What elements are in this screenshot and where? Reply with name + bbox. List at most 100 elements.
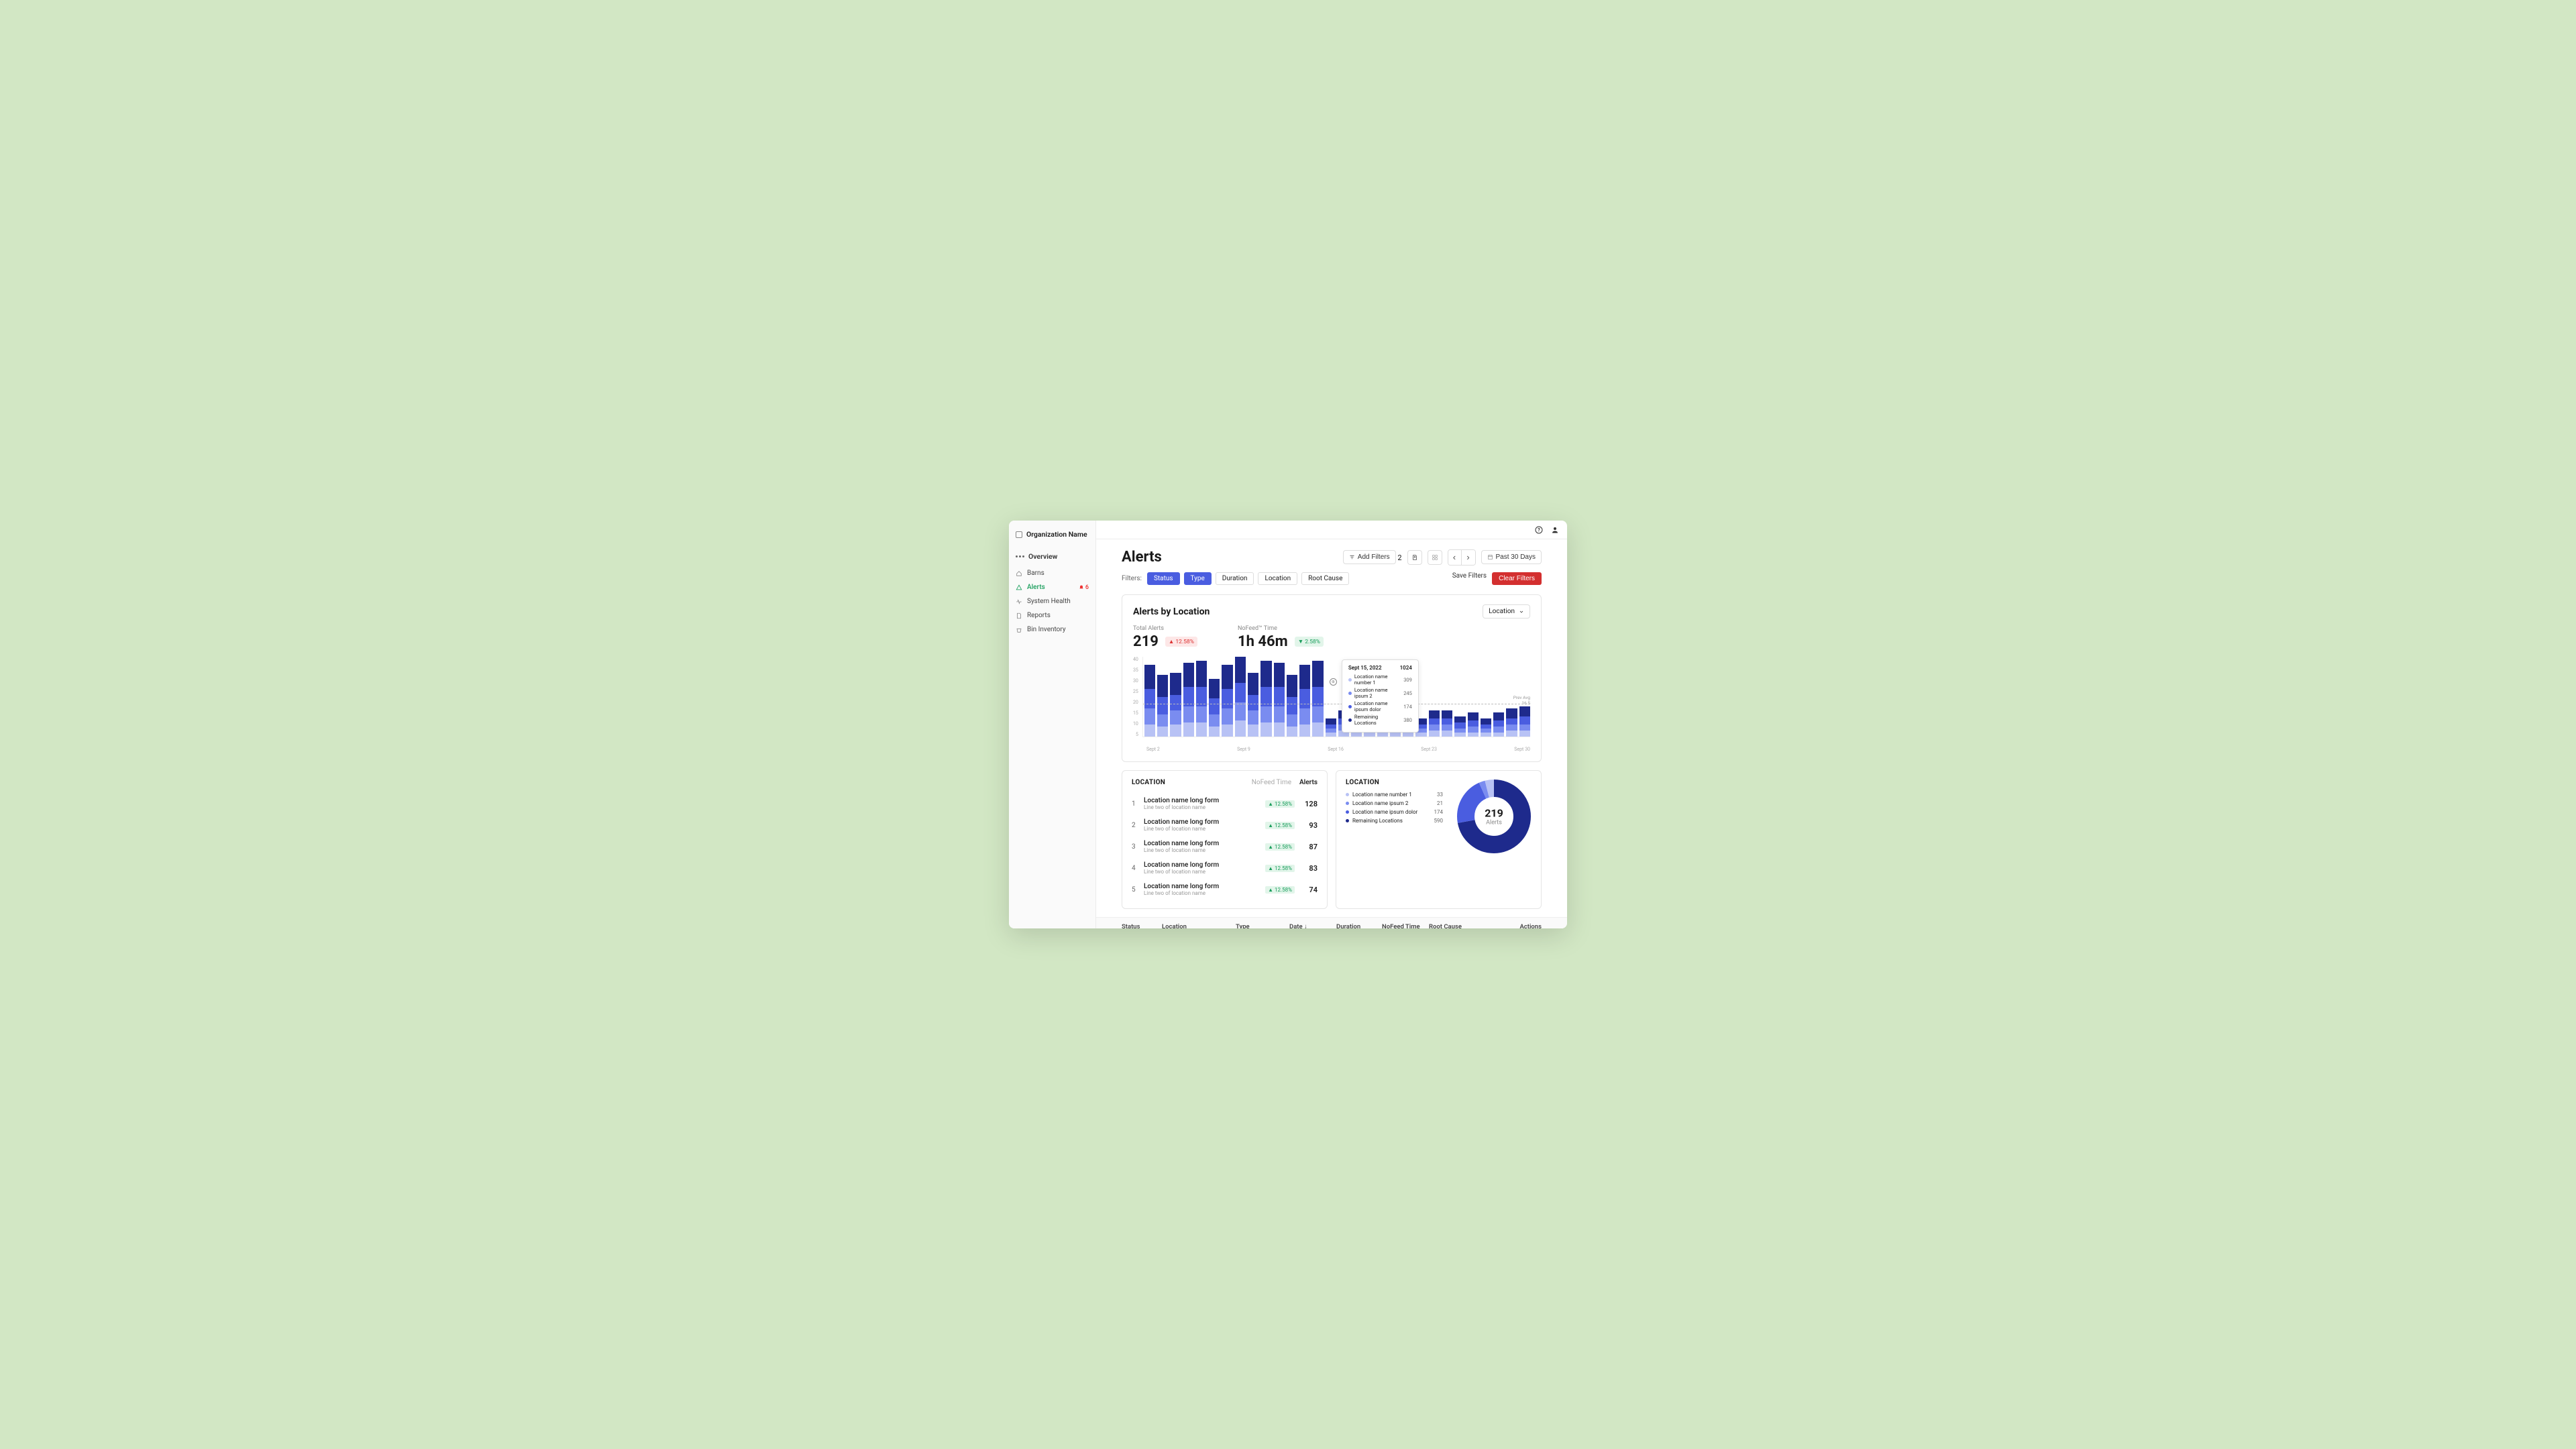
legend-row: Location name ipsum dolor174 xyxy=(1346,809,1443,815)
bar-column[interactable] xyxy=(1183,657,1194,737)
metric: NoFeed™ Time 1h 46m ▼ 2.58% xyxy=(1238,625,1324,650)
legend-row: Location name ipsum 221 xyxy=(1346,800,1443,806)
bar-column[interactable] xyxy=(1287,657,1297,737)
bar-column[interactable] xyxy=(1157,657,1168,737)
col-header-nofeed[interactable]: NoFeed Time xyxy=(1382,923,1429,928)
bar-column[interactable] xyxy=(1312,657,1323,737)
sidebar: Organization Name Overview Barns Alerts6… xyxy=(1009,521,1096,928)
org-name: Organization Name xyxy=(1026,530,1087,539)
chart-groupby-dropdown[interactable]: Location xyxy=(1483,604,1530,619)
bar-column[interactable] xyxy=(1274,657,1285,737)
location-row[interactable]: 4 Location name long formLine two of loc… xyxy=(1132,857,1318,879)
col-header-location[interactable]: Location xyxy=(1162,923,1236,928)
bar-column[interactable] xyxy=(1235,657,1246,737)
svg-text:?: ? xyxy=(1538,527,1540,533)
tab-alerts[interactable]: Alerts xyxy=(1299,779,1318,786)
user-icon[interactable] xyxy=(1551,526,1559,534)
bar-column[interactable] xyxy=(1454,657,1465,737)
donut-center-value: 219 xyxy=(1485,807,1503,820)
nav-item-reports[interactable]: Reports xyxy=(1009,608,1095,623)
donut-chart: 219 Alerts xyxy=(1456,779,1532,854)
col-header-status[interactable]: Status xyxy=(1122,923,1162,928)
legend-row: Remaining Locations590 xyxy=(1346,818,1443,824)
save-filters-button[interactable]: Save Filters xyxy=(1452,572,1487,585)
nav-item-bin-inventory[interactable]: Bin Inventory xyxy=(1009,623,1095,637)
donut-center-label: Alerts xyxy=(1485,820,1503,826)
tab-nofeed-time[interactable]: NoFeed Time xyxy=(1252,779,1291,786)
main: ? Alerts Add Filters 2 xyxy=(1096,521,1567,928)
bar-column[interactable] xyxy=(1442,657,1452,737)
chart-card: Alerts by Location Location Total Alerts… xyxy=(1122,594,1542,762)
delta-badge: ▼ 2.58% xyxy=(1295,637,1324,647)
bar-column[interactable] xyxy=(1170,657,1181,737)
filter-chip-type[interactable]: Type xyxy=(1184,572,1212,585)
chart-area: 403530252015105 Prev Avg16.5 Sept 15, 20… xyxy=(1133,657,1530,744)
org-header[interactable]: Organization Name xyxy=(1009,527,1095,545)
header-actions: Add Filters 2 ‹ › xyxy=(1343,549,1542,566)
bar-column[interactable] xyxy=(1209,657,1220,737)
add-filters-button[interactable]: Add Filters xyxy=(1343,550,1396,564)
nav-item-alerts[interactable]: Alerts6 xyxy=(1009,580,1095,594)
date-pager: ‹ › xyxy=(1448,549,1476,566)
location-delta: ▲ 12.58% xyxy=(1265,800,1295,808)
filters-label: Filters: xyxy=(1122,575,1142,582)
topbar: ? xyxy=(1096,521,1567,539)
pulse-icon xyxy=(1016,598,1022,605)
filter-count-badge: 2 xyxy=(1397,553,1401,562)
location-delta: ▲ 12.58% xyxy=(1265,843,1295,851)
bar-column[interactable] xyxy=(1429,657,1440,737)
filter-chip-location[interactable]: Location xyxy=(1258,572,1297,585)
bar-column[interactable] xyxy=(1260,657,1271,737)
bar-column[interactable] xyxy=(1493,657,1504,737)
col-header-date[interactable]: Date ↓ xyxy=(1289,923,1336,928)
location-delta: ▲ 12.58% xyxy=(1265,822,1295,829)
bar-column[interactable] xyxy=(1144,657,1155,737)
col-header-root[interactable]: Root Cause xyxy=(1429,923,1489,928)
filters-row: Filters: Status Type Duration Location R… xyxy=(1122,572,1542,585)
bar-column[interactable] xyxy=(1326,657,1336,737)
location-row[interactable]: 3 Location name long formLine two of loc… xyxy=(1132,836,1318,857)
location-row[interactable]: 2 Location name long formLine two of loc… xyxy=(1132,814,1318,836)
col-header-actions: Actions xyxy=(1489,923,1542,928)
grid-icon xyxy=(1432,554,1438,561)
locations-card-title: LOCATION xyxy=(1132,779,1165,786)
overview-label: Overview xyxy=(1028,552,1057,561)
locations-list-card: LOCATION NoFeed Time Alerts 1 Location n… xyxy=(1122,770,1328,909)
location-row[interactable]: 1 Location name long formLine two of loc… xyxy=(1132,793,1318,814)
filter-chip-status[interactable]: Status xyxy=(1147,572,1180,585)
bar-column[interactable] xyxy=(1468,657,1479,737)
nav-item-barns[interactable]: Barns xyxy=(1009,566,1095,580)
location-row[interactable]: 5 Location name long formLine two of loc… xyxy=(1132,879,1318,900)
bar-column[interactable] xyxy=(1248,657,1258,737)
export-icon xyxy=(1411,554,1418,561)
metric: Total Alerts 219 ▲ 12.58% xyxy=(1133,625,1197,650)
next-page-button[interactable]: › xyxy=(1462,550,1475,565)
col-header-type[interactable]: Type xyxy=(1236,923,1289,928)
table-header-row: Status Location Type Date ↓ Duration NoF… xyxy=(1096,917,1567,928)
help-icon[interactable]: ? xyxy=(1535,526,1543,534)
calendar-icon xyxy=(1487,554,1493,560)
alert-icon xyxy=(1016,584,1022,591)
bin-icon xyxy=(1016,627,1022,633)
location-delta: ▲ 12.58% xyxy=(1265,865,1295,872)
settings-button[interactable] xyxy=(1428,550,1442,565)
filter-chip-duration[interactable]: Duration xyxy=(1216,572,1254,585)
overview-header[interactable]: Overview xyxy=(1009,545,1095,566)
bar-column[interactable] xyxy=(1196,657,1207,737)
donut-card: LOCATION Location name number 133 Locati… xyxy=(1336,770,1542,909)
content: Alerts Add Filters 2 xyxy=(1096,539,1567,928)
bar-column[interactable] xyxy=(1481,657,1491,737)
export-button[interactable] xyxy=(1407,550,1422,565)
clear-filters-button[interactable]: Clear Filters xyxy=(1492,572,1542,585)
chevron-down-icon xyxy=(1519,609,1524,614)
date-range-button[interactable]: Past 30 Days xyxy=(1481,550,1542,564)
bar-column[interactable] xyxy=(1299,657,1310,737)
filters-right: Save Filters Clear Filters xyxy=(1452,572,1542,585)
chart-title: Alerts by Location xyxy=(1133,606,1210,617)
col-header-duration[interactable]: Duration xyxy=(1336,923,1382,928)
bar-column[interactable] xyxy=(1222,657,1232,737)
filter-chip-root-cause[interactable]: Root Cause xyxy=(1301,572,1349,585)
prev-page-button[interactable]: ‹ xyxy=(1448,550,1462,565)
nav-item-system-health[interactable]: System Health xyxy=(1009,594,1095,608)
menu-dots-icon xyxy=(1016,555,1024,557)
